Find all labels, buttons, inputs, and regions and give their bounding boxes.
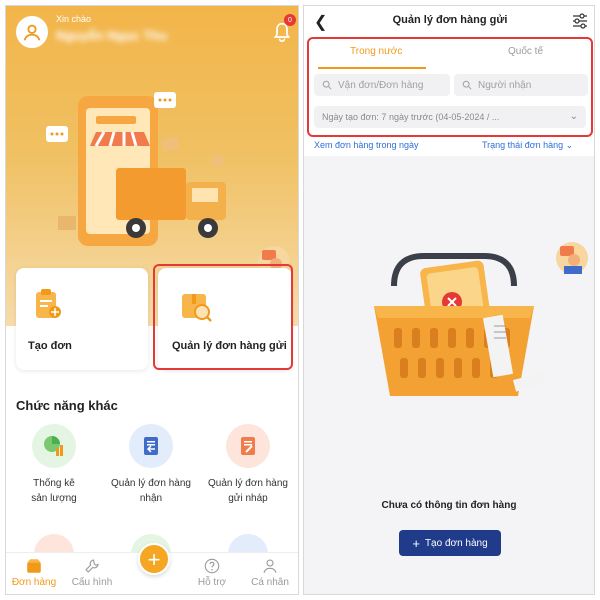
feature-draft-line2: gửi nháp: [228, 493, 268, 504]
box-icon: [27, 559, 41, 573]
plus-icon: +: [412, 535, 420, 551]
view-today-orders-link[interactable]: Xem đơn hàng trong ngày: [314, 140, 418, 150]
screen-title: Quản lý đơn hàng gửi: [392, 14, 508, 26]
create-order-label: Tạo đơn: [28, 340, 72, 352]
create-order-button[interactable]: + Tạo đơn hàng: [399, 530, 501, 556]
document-in-icon: [129, 424, 173, 468]
user-icon: [23, 24, 41, 41]
chart-icon: [32, 424, 76, 468]
empty-state-message: Chưa có thông tin đơn hàng: [381, 500, 517, 511]
tab-orders-label: Đơn hàng: [11, 577, 57, 588]
order-status-label: Trạng thái đơn hàng: [482, 140, 564, 150]
chevron-down-icon: ⌄: [565, 140, 574, 150]
support-agent-icon[interactable]: [554, 240, 590, 280]
avatar[interactable]: [16, 16, 48, 48]
order-status-dropdown[interactable]: Trạng thái đơn hàng ⌄: [482, 140, 573, 151]
greeting-text: Xin chào: [56, 14, 92, 24]
feature-draft-line1: Quản lý đơn hàng: [208, 478, 288, 489]
tab-profile[interactable]: Cá nhân: [242, 557, 298, 588]
quick-links-bar: Xem đơn hàng trong ngày Trạng thái đơn h…: [304, 138, 594, 156]
tab-support[interactable]: Hỗ trợ: [184, 557, 240, 588]
person-icon: [263, 559, 277, 573]
tab-config[interactable]: Cấu hình: [64, 557, 120, 588]
empty-basket-illustration: [374, 253, 546, 396]
feature-received-line1: Quản lý đơn hàng: [111, 478, 191, 489]
highlight-box-manage-card: [153, 264, 293, 370]
create-order-card[interactable]: Tạo đơn: [16, 268, 148, 370]
add-fab-button[interactable]: +: [138, 543, 170, 575]
tab-support-label: Hỗ trợ: [197, 577, 227, 588]
create-order-button-label: Tạo đơn hàng: [424, 537, 488, 549]
draft-document-icon: [226, 424, 270, 468]
screen-header: ❮ Quản lý đơn hàng gửi: [304, 6, 594, 36]
wrench-icon: [85, 559, 99, 573]
feature-statistics[interactable]: Thống kê sản lượng: [9, 424, 99, 506]
feature-draft-orders[interactable]: Quản lý đơn hàng gửi nháp: [203, 424, 293, 506]
highlight-box-filters: [307, 37, 593, 137]
feature-statistics-line1: Thống kê: [33, 478, 75, 489]
tab-profile-label: Cá nhân: [251, 577, 289, 588]
help-circle-icon: [204, 558, 220, 574]
section-title-other-functions: Chức năng khác: [16, 398, 118, 413]
comparison-frame: Xin chào Nguyễn Ngọc Thu 0 Tạo đơn Quản …: [0, 0, 600, 600]
notification-badge: 0: [284, 14, 296, 26]
filter-sliders-icon[interactable]: [572, 13, 588, 29]
tab-orders[interactable]: Đơn hàng: [6, 557, 62, 588]
feature-statistics-line2: sản lượng: [31, 493, 77, 504]
feature-received-orders[interactable]: Quản lý đơn hàng nhận: [106, 424, 196, 506]
clipboard-icon: [36, 289, 61, 318]
home-screen: Xin chào Nguyễn Ngọc Thu 0 Tạo đơn Quản …: [5, 5, 299, 595]
feature-received-line2: nhận: [139, 493, 163, 504]
user-name: Nguyễn Ngọc Thu: [56, 28, 168, 43]
tab-config-label: Cấu hình: [71, 577, 113, 588]
delivery-truck-illustration: [46, 92, 226, 246]
manage-orders-screen: ❮ Quản lý đơn hàng gửi Trong nước Quốc t…: [303, 5, 595, 595]
bottom-tab-bar: Đơn hàng Cấu hình + Hỗ trợ Cá nhân: [6, 543, 298, 594]
